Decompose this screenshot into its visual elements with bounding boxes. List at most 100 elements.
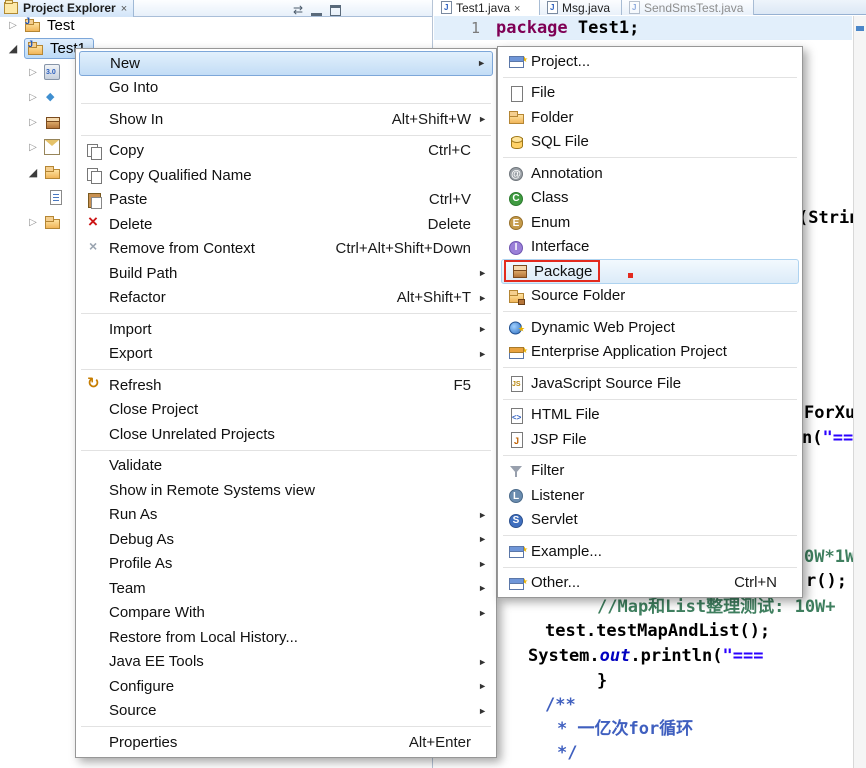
- submenu-item-folder[interactable]: Folder: [501, 105, 799, 130]
- submenu-item-class[interactable]: Class: [501, 186, 799, 211]
- code-statement: test.testMapAndList();: [545, 621, 771, 641]
- tab-close-icon[interactable]: [514, 1, 520, 15]
- collapse-arrow-icon[interactable]: [6, 42, 20, 55]
- new-project-icon: [508, 53, 524, 69]
- submenu-item-enterprise-application-project[interactable]: Enterprise Application Project: [501, 340, 799, 365]
- submenu-item-source-folder[interactable]: Source Folder: [501, 284, 799, 309]
- tree-item-child[interactable]: [26, 60, 60, 84]
- expand-arrow-icon[interactable]: [26, 142, 40, 153]
- menu-item-close-project[interactable]: Close Project: [79, 398, 493, 423]
- code-fragment: 0W*1W: [804, 547, 856, 567]
- menu-item-compare-with[interactable]: Compare With: [79, 601, 493, 626]
- editor-tab-test1-java[interactable]: Test1.java: [434, 0, 540, 15]
- menu-item-close-unrelated-projects[interactable]: Close Unrelated Projects: [79, 422, 493, 447]
- submenu-item-interface[interactable]: Interface: [501, 235, 799, 260]
- menu-item-team[interactable]: Team: [79, 576, 493, 601]
- submenu-item-html-file[interactable]: HTML File: [501, 403, 799, 428]
- submenu-item-sql-file[interactable]: SQL File: [501, 130, 799, 155]
- submenu-item-annotation[interactable]: Annotation: [501, 161, 799, 186]
- submenu-item-file[interactable]: File: [501, 81, 799, 106]
- red-annotation-dot: [628, 272, 634, 278]
- menu-item-remove-from-context[interactable]: Remove from ContextCtrl+Alt+Shift+Down: [79, 237, 493, 262]
- tree-item-child[interactable]: [26, 210, 60, 234]
- submenu-item-jsp-file[interactable]: JSP File: [501, 427, 799, 452]
- jsp-file-icon: [508, 431, 524, 449]
- menu-item-import[interactable]: Import: [79, 317, 493, 342]
- new-submenu: Project... File Folder SQL File Annotati…: [497, 46, 803, 598]
- code-line-1: 1 package Test1;: [434, 16, 639, 40]
- annotation-icon: [509, 167, 523, 182]
- collapse-arrow-icon[interactable]: [26, 166, 40, 179]
- tree-item-test[interactable]: Test: [6, 13, 78, 37]
- expand-arrow-icon[interactable]: [6, 20, 20, 31]
- expand-arrow-icon[interactable]: [26, 92, 40, 103]
- keyword-package: package: [496, 18, 568, 38]
- menu-item-delete[interactable]: DeleteDelete: [79, 212, 493, 237]
- submenu-item-filter[interactable]: Filter: [501, 459, 799, 484]
- menu-separator: [503, 566, 797, 568]
- view-close-icon[interactable]: [121, 0, 127, 17]
- menu-item-restore-from-local-history[interactable]: Restore from Local History...: [79, 625, 493, 650]
- submenu-item-project[interactable]: Project...: [501, 49, 799, 74]
- menu-item-refresh[interactable]: RefreshF5: [79, 373, 493, 398]
- submenu-item-listener[interactable]: Listener: [501, 483, 799, 508]
- menu-item-new[interactable]: New: [79, 51, 493, 76]
- file-icon: [50, 189, 62, 205]
- code-fragment: r();: [806, 571, 847, 591]
- menu-item-configure[interactable]: Configure: [79, 674, 493, 699]
- menu-item-java-ee-tools[interactable]: Java EE Tools: [79, 650, 493, 675]
- listener-icon: [509, 489, 523, 504]
- menu-item-debug-as[interactable]: Debug As: [79, 527, 493, 552]
- tree-item-child[interactable]: [26, 110, 60, 134]
- submenu-item-javascript-source-file[interactable]: JavaScript Source File: [501, 371, 799, 396]
- menu-separator: [503, 535, 797, 536]
- menu-separator: [503, 367, 797, 368]
- enum-icon: [509, 216, 523, 231]
- editor-tab-sendsmstest-java[interactable]: SendSmsTest.java: [622, 0, 754, 15]
- submenu-item-dynamic-web-project[interactable]: Dynamic Web Project: [501, 315, 799, 340]
- submenu-item-other[interactable]: Other...Ctrl+N: [501, 571, 799, 596]
- expand-arrow-icon[interactable]: [26, 117, 40, 128]
- editor-tab-msg-java[interactable]: Msg.java: [540, 0, 622, 15]
- menu-item-properties[interactable]: Properties Alt+Enter: [79, 730, 493, 755]
- menu-item-copy[interactable]: Copy Ctrl+C: [79, 139, 493, 164]
- remove-context-icon: [86, 238, 102, 257]
- tree-item-child[interactable]: [26, 135, 60, 159]
- menu-item-refactor[interactable]: Refactor Alt+Shift+T: [79, 286, 493, 311]
- menu-separator: [503, 157, 797, 158]
- menu-item-paste[interactable]: Paste Ctrl+V: [79, 188, 493, 213]
- tree-item-child[interactable]: [26, 85, 60, 109]
- minimize-icon[interactable]: [311, 5, 323, 16]
- code-brace: }: [597, 671, 608, 691]
- menu-item-go-into[interactable]: Go Into: [79, 76, 493, 101]
- submenu-item-enum[interactable]: Enum: [501, 210, 799, 235]
- menu-item-run-as[interactable]: Run As: [79, 503, 493, 528]
- submenu-item-package[interactable]: Package: [501, 259, 799, 284]
- dynamic-web-project-icon: [509, 321, 522, 335]
- mini-package-icon: [518, 298, 525, 305]
- copy-icon: [86, 143, 102, 160]
- expand-arrow-icon[interactable]: [26, 67, 40, 78]
- menu-item-build-path[interactable]: Build Path: [79, 261, 493, 286]
- jre-library-icon: [44, 64, 60, 80]
- maximize-icon[interactable]: [330, 4, 342, 16]
- menu-separator: [503, 76, 797, 78]
- menu-item-source[interactable]: Source: [79, 699, 493, 724]
- menu-item-show-in[interactable]: Show In Alt+Shift+W: [79, 107, 493, 132]
- tree-item-child[interactable]: [26, 160, 60, 184]
- javadoc-body: * 一亿次for循环: [557, 719, 694, 739]
- menu-item-copy-qualified-name[interactable]: Copy Qualified Name: [79, 163, 493, 188]
- tree-item-child[interactable]: [48, 185, 62, 209]
- submenu-item-servlet[interactable]: Servlet: [501, 508, 799, 533]
- link-with-editor-icon[interactable]: [293, 1, 303, 19]
- menu-item-export[interactable]: Export: [79, 342, 493, 367]
- expand-arrow-icon[interactable]: [26, 217, 40, 228]
- editor-tab-bar: Test1.java Msg.java SendSmsTest.java: [434, 0, 866, 15]
- menu-separator: [81, 449, 491, 451]
- menu-item-show-in-remote-systems-view[interactable]: Show in Remote Systems view: [79, 478, 493, 503]
- other-wizard-icon: [508, 575, 524, 591]
- menu-item-profile-as[interactable]: Profile As: [79, 552, 493, 577]
- menu-item-validate[interactable]: Validate: [79, 454, 493, 479]
- overview-ruler[interactable]: [853, 16, 866, 768]
- submenu-item-example[interactable]: Example...: [501, 539, 799, 564]
